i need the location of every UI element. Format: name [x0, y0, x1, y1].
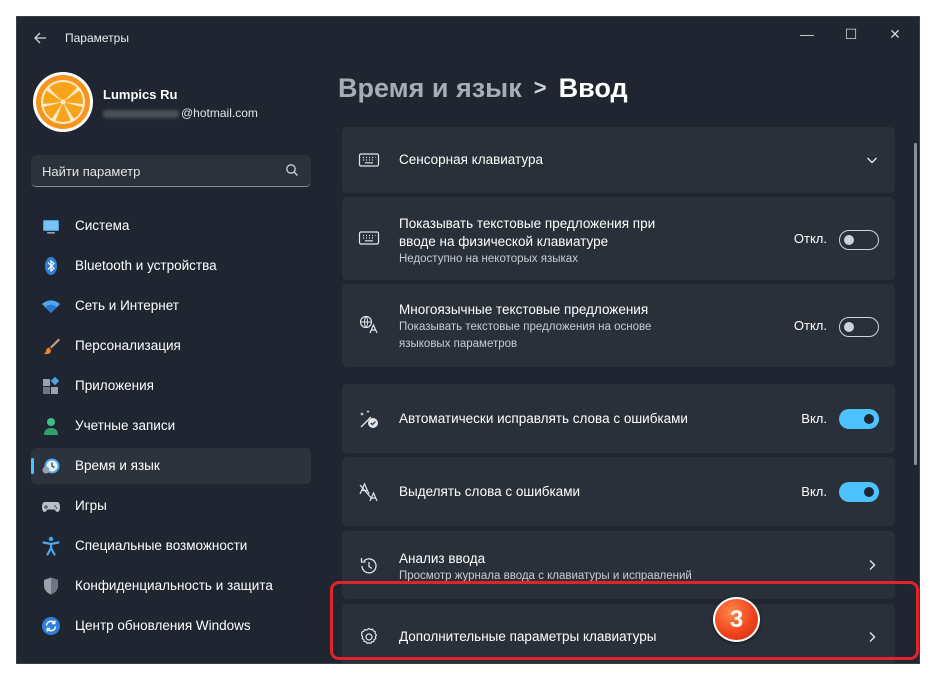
toggle-knob [864, 487, 874, 497]
sidebar-item-system[interactable]: Система [31, 208, 311, 244]
card-title: Многоязычные текстовые предложения [399, 302, 649, 317]
sidebar-item-label: Система [75, 218, 130, 233]
language-icon [359, 315, 378, 334]
breadcrumb-separator: > [533, 75, 547, 100]
email-domain: @hotmail.com [181, 106, 258, 120]
apps-icon [43, 376, 60, 394]
step-badge: 3 [713, 597, 760, 642]
update-icon [42, 617, 60, 635]
chevron-down-icon[interactable] [865, 153, 879, 167]
maximize-button[interactable]: ☐ [831, 21, 871, 47]
card-title: Анализ ввода [399, 551, 486, 566]
shield-icon [44, 577, 58, 595]
autocorrect-icon [360, 410, 378, 428]
scrollbar[interactable] [914, 143, 917, 465]
card-title: Выделять слова с ошибками [399, 484, 581, 499]
search-input[interactable]: Найти параметр [31, 155, 311, 187]
card-title: Автоматически исправлять слова с ошибкам… [399, 411, 688, 426]
clock-globe-icon [42, 458, 60, 474]
keyboard-icon [358, 231, 380, 245]
brush-icon [43, 338, 60, 355]
user-email: @hotmail.com [103, 106, 258, 120]
avatar[interactable] [33, 72, 93, 132]
autocorrect-toggle[interactable] [839, 409, 879, 429]
toggle-state-label: Откл. [793, 231, 827, 246]
chevron-right-icon [869, 560, 876, 570]
person-icon [44, 418, 58, 435]
sidebar-item-label: Учетные записи [75, 418, 176, 433]
bluetooth-icon [45, 257, 57, 275]
title-bar: Параметры — ☐ ✕ [17, 17, 919, 59]
sidebar-item-label: Персонализация [75, 338, 181, 353]
sidebar-item-personalization[interactable]: Персонализация [31, 328, 311, 364]
page-title: Ввод [558, 73, 628, 103]
multilingual-suggestions-card: Многоязычные текстовые предложения Показ… [342, 284, 895, 367]
sidebar: Система Bluetooth и устройства Сеть и Ин… [31, 208, 311, 648]
sidebar-item-accessibility[interactable]: Специальные возможности [31, 528, 311, 564]
sidebar-item-network[interactable]: Сеть и Интернет [31, 288, 311, 324]
history-icon [360, 558, 377, 574]
sidebar-item-privacy[interactable]: Конфиденциальность и защита [31, 568, 311, 604]
card-description: Недоступно на некоторых языках [399, 253, 578, 265]
card-title: Сенсорная клавиатура [399, 152, 543, 167]
breadcrumb-parent[interactable]: Время и язык [338, 73, 522, 103]
gamepad-icon [42, 502, 60, 512]
arrow-left-icon [34, 32, 46, 44]
settings-window: Параметры — ☐ ✕ Lumpics Ru @hotmail.com … [16, 16, 920, 664]
search-placeholder: Найти параметр [42, 164, 141, 179]
text-suggestions-card: Показывать текстовые предложения при вво… [342, 197, 895, 280]
sidebar-item-label: Специальные возможности [75, 538, 248, 553]
sidebar-item-gaming[interactable]: Игры [31, 488, 311, 524]
card-description-line1: Показывать текстовые предложения на осно… [399, 321, 652, 333]
sidebar-item-bluetooth[interactable]: Bluetooth и устройства [31, 248, 311, 284]
card-title-line1: Показывать текстовые предложения при [399, 216, 656, 231]
highlight-misspelled-card: Выделять слова с ошибками Вкл. [342, 457, 895, 526]
sidebar-item-label: Время и язык [75, 458, 160, 473]
card-description-line2: языковых параметров [399, 338, 518, 350]
card-title-line2: вводе на физической клавиатуре [399, 234, 609, 249]
display-icon [43, 220, 59, 234]
toggle-state-label: Вкл. [801, 411, 827, 426]
sidebar-item-label: Bluetooth и устройства [75, 258, 217, 273]
spellcheck-icon [359, 482, 378, 502]
keyboard-icon [358, 153, 380, 167]
orange-slice-icon [36, 75, 90, 129]
minimize-button[interactable]: — [787, 21, 827, 47]
sidebar-item-label: Приложения [75, 378, 154, 393]
touch-keyboard-card[interactable]: Сенсорная клавиатура [342, 127, 895, 193]
highlight-frame [330, 581, 919, 660]
sidebar-item-accounts[interactable]: Учетные записи [31, 408, 311, 444]
sidebar-item-label: Сеть и Интернет [75, 298, 179, 313]
sidebar-item-label: Конфиденциальность и защита [75, 578, 273, 593]
email-redacted [103, 109, 179, 118]
toggle-state-label: Вкл. [801, 484, 827, 499]
close-button[interactable]: ✕ [875, 21, 915, 47]
wifi-icon [42, 300, 60, 313]
toggle-knob [844, 322, 854, 332]
highlight-misspelled-toggle[interactable] [839, 482, 879, 502]
text-suggestions-toggle[interactable] [839, 230, 879, 250]
toggle-state-label: Откл. [793, 318, 827, 333]
sidebar-item-windows-update[interactable]: Центр обновления Windows [31, 608, 311, 644]
toggle-knob [844, 235, 854, 245]
back-button[interactable] [29, 27, 51, 49]
multilingual-toggle[interactable] [839, 317, 879, 337]
breadcrumb: Время и язык > Ввод [338, 73, 628, 104]
toggle-knob [864, 414, 874, 424]
sidebar-item-label: Игры [75, 498, 107, 513]
autocorrect-card: Автоматически исправлять слова с ошибкам… [342, 384, 895, 453]
sidebar-item-apps[interactable]: Приложения [31, 368, 311, 404]
app-title: Параметры [65, 31, 129, 45]
accessibility-icon [42, 536, 60, 556]
search-icon [286, 164, 298, 176]
sidebar-item-label: Центр обновления Windows [75, 618, 251, 633]
sidebar-item-time-language[interactable]: Время и язык [31, 448, 311, 484]
user-name: Lumpics Ru [103, 87, 178, 102]
